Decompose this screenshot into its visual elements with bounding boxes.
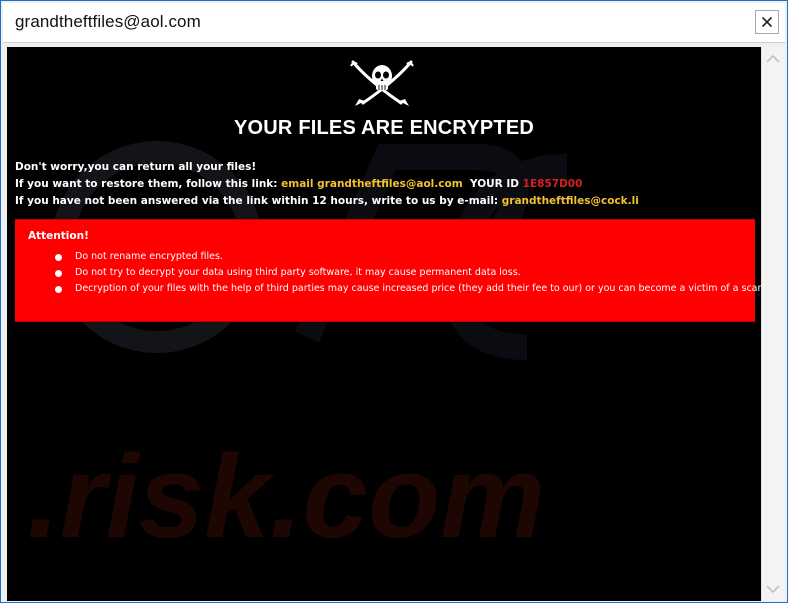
contact-email-primary: email grandtheftfiles@aol.com (281, 178, 463, 190)
bullet-icon (55, 286, 62, 293)
close-button[interactable] (755, 10, 779, 34)
title-bar: grandtheftfiles@aol.com (3, 3, 785, 43)
list-item: Do not rename encrypted files. (55, 249, 761, 265)
victim-id-value: 1E857D00 (522, 178, 583, 190)
ransom-note-window: grandtheftfiles@aol.com .risk.com YOUR F… (0, 0, 788, 603)
list-item: Decryption of your files with the help o… (55, 281, 761, 297)
fallback-prefix: If you have not been answered via the li… (15, 195, 499, 207)
list-item-text: Do not try to decrypt your data using th… (75, 267, 521, 278)
fallback-instructions: If you have not been answered via the li… (15, 195, 639, 207)
window-title: grandtheftfiles@aol.com (15, 12, 201, 31)
chevron-down-icon[interactable] (765, 583, 781, 595)
restore-instructions: If you want to restore them, follow this… (15, 178, 582, 190)
list-item: Do not try to decrypt your data using th… (55, 265, 761, 281)
vertical-scrollbar[interactable] (761, 47, 785, 601)
attention-list: Do not rename encrypted files. Do not tr… (55, 249, 761, 297)
list-item-text: Decryption of your files with the help o… (75, 283, 761, 294)
bullet-icon (55, 254, 62, 261)
note-content: .risk.com YOUR FILES ARE ENCRYPTED Don't… (7, 47, 761, 601)
reassurance-text: Don't worry,you can return all your file… (15, 161, 257, 173)
attention-title: Attention! (28, 230, 89, 242)
attention-box: Attention! Do not rename encrypted files… (15, 219, 761, 322)
victim-id-label: YOUR ID (469, 178, 520, 190)
page-title: YOUR FILES ARE ENCRYPTED (233, 117, 534, 139)
skull-crossed-swords-icon (350, 60, 414, 106)
bullet-icon (55, 270, 62, 277)
close-icon (761, 16, 773, 28)
contact-email-secondary: grandtheftfiles@cock.li (501, 195, 639, 207)
watermark-text: .risk.com (27, 431, 545, 563)
restore-prefix: If you want to restore them, follow this… (15, 178, 278, 190)
list-item-text: Do not rename encrypted files. (75, 251, 223, 262)
chevron-up-icon[interactable] (765, 53, 781, 65)
